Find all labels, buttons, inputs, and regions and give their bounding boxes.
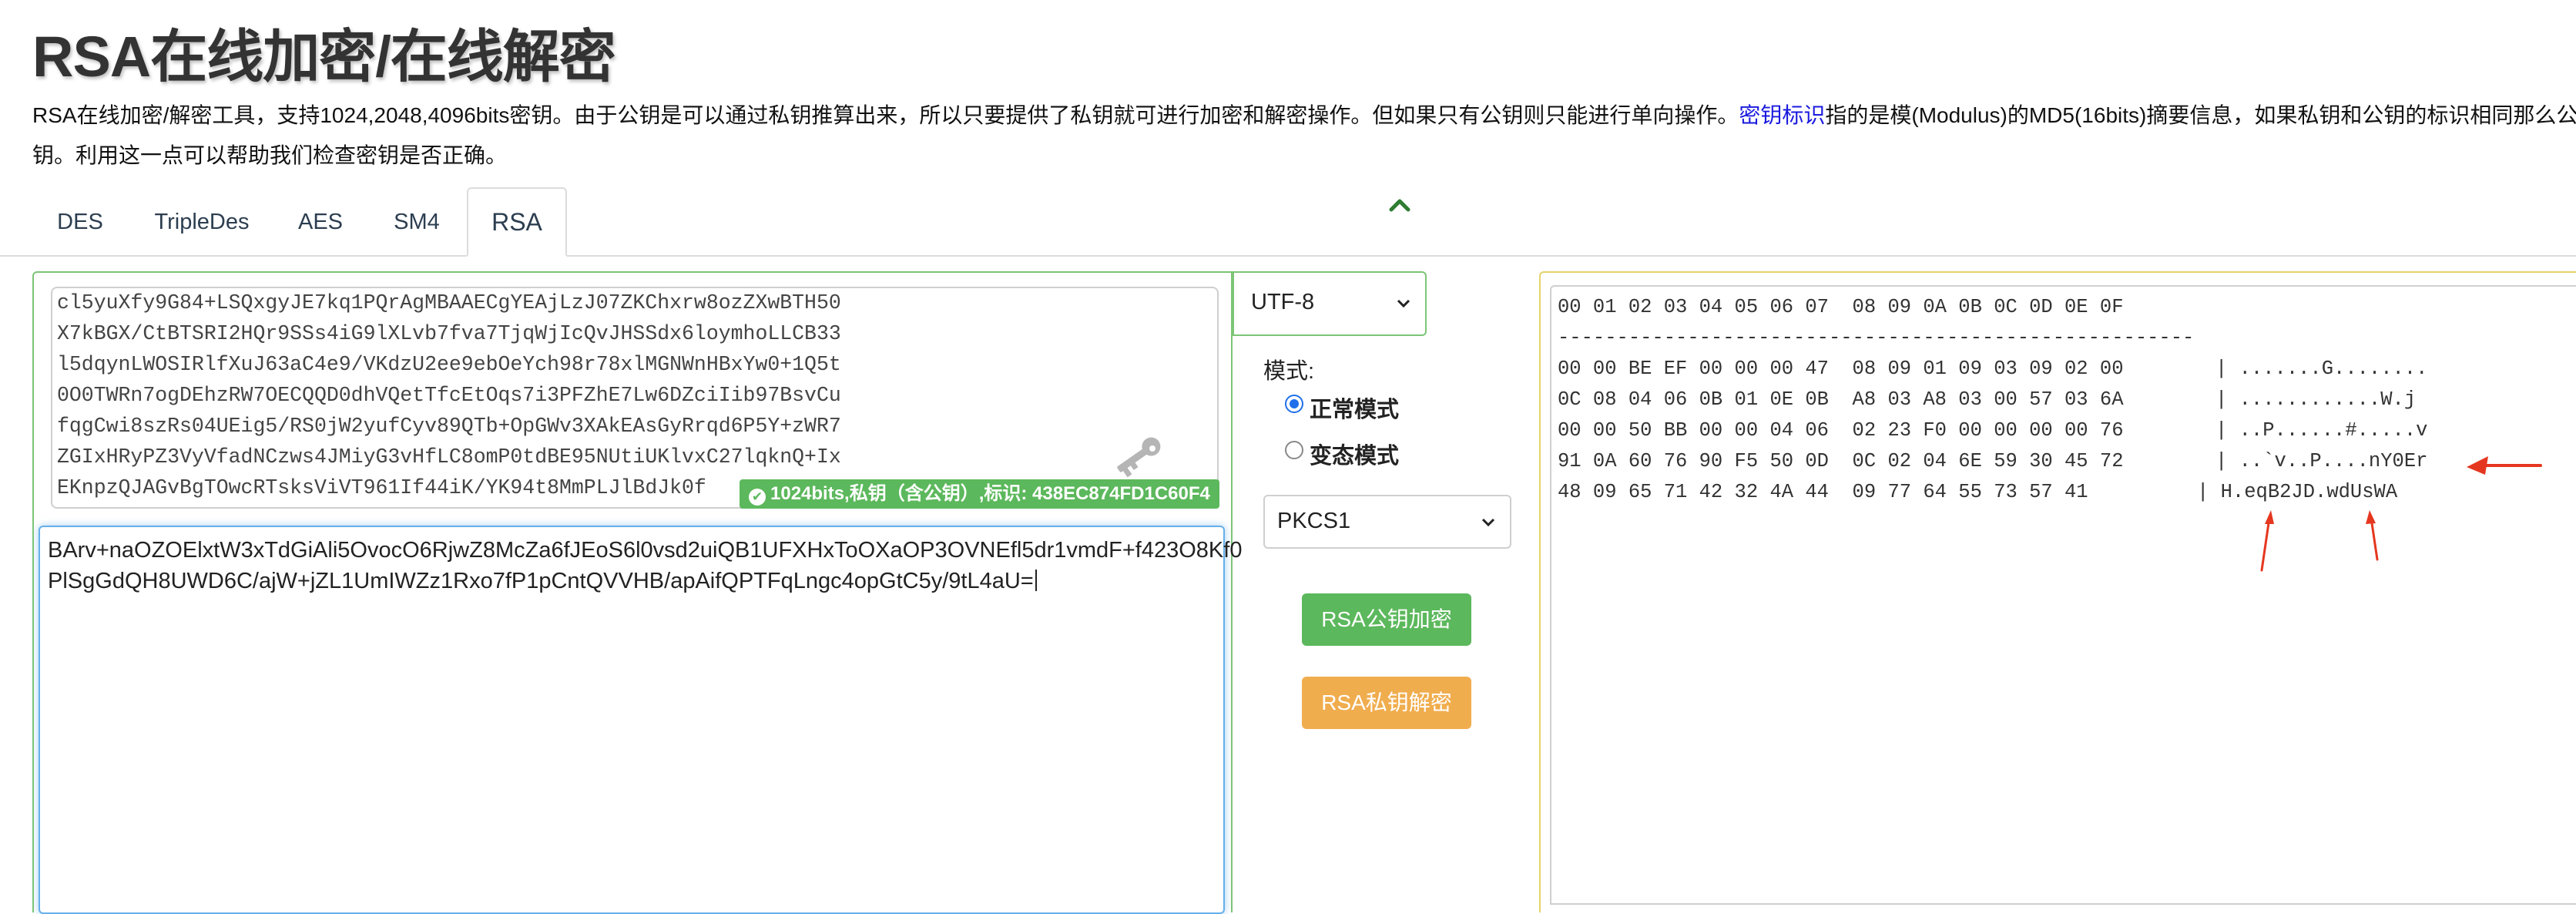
encoding-select-value: UTF-8 [1251,290,1315,314]
hex-output-area[interactable]: 00 01 02 03 04 05 06 07 08 09 0A 0B 0C 0… [1550,285,2576,905]
text-caret [1035,570,1037,591]
annotation-arrows [2260,456,2542,572]
radio-unchecked-icon[interactable] [1285,441,1303,459]
tab-rsa[interactable]: RSA [467,187,567,257]
hex-row: 91 0A 60 76 90 F5 50 0D 0C 02 04 6E 59 3… [1558,450,2124,472]
ciphertext-line: BArv+naOZOElxtW3xTdGiAli5OvocO6RjwZ8McZa… [48,538,1243,563]
key-line: EKnpzQJAGvBgTOwcRTsksViVT961If44iK/YK94t… [57,476,706,499]
key-line: X7kBGX/CtBTSRI2HQr9SSs4iG9lXLvb7fva7TjqW… [57,322,841,345]
tab-sm4[interactable]: SM4 [377,189,456,255]
tab-aes[interactable]: AES [279,189,362,255]
hex-row: 0C 08 04 06 0B 01 0E 0B A8 03 A8 03 00 5… [1558,388,2124,411]
padding-select[interactable]: PKCS1 [1263,495,1511,549]
tab-des[interactable]: DES [32,189,128,255]
description-text-continued: 指的是模(Modulus)的MD5(16bits)摘要信息，如果私钥和公钥的标识… [1825,103,2576,127]
chevron-down-icon [1481,518,1495,527]
mode-normal-label: 正常模式 [1310,398,1400,422]
padding-select-value: PKCS1 [1277,509,1351,533]
key-info-badge: ✔ 1024bits,私钥（含公钥）,标识: 438EC874FD1C60F4 [740,479,1219,509]
description-line-1: RSA在线加密/解密工具，支持1024,2048,4096bits密钥。由于公钥… [32,99,2576,129]
key-line: 0O0TWRn7ogDEhzRW7OECQQD0dhVQetTfcEtOqs7i… [57,384,841,407]
arrow-left-icon [2467,456,2542,475]
ciphertext-line-last: PlSgGdQH8UWD6C/ajW+jZL1UmIWZz1Rxo7fP1pCn… [48,569,1037,594]
mode-label: 模式: [1263,359,1315,384]
hex-row: 00 00 BE EF 00 00 00 47 08 09 01 09 03 0… [1558,358,2124,380]
description-text: RSA在线加密/解密工具，支持1024,2048,4096bits密钥。由于公钥… [32,103,1739,127]
hex-row: 48 09 65 71 42 32 4A 44 09 77 64 55 73 5… [1558,481,2088,503]
key-line: l5dqynLWOSIRlfXuJ63aC4e9/VKdzU2ee9ebOeYc… [57,353,841,376]
rsa-private-decrypt-button[interactable]: RSA私钥解密 [1302,677,1471,729]
hex-header: 00 01 02 03 04 05 06 07 08 09 0A 0B 0C 0… [1558,296,2124,318]
key-textarea[interactable]: cl5yuXfy9G84+LSQxgyJE7kq1PQrAgMBAAECgYEA… [51,287,1219,509]
hex-row-ascii: | ..P......#.....v [2215,419,2428,442]
hex-separator: ----------------------------------------… [1558,327,2195,349]
arrow-up-icon [2260,510,2274,572]
rsa-public-encrypt-button[interactable]: RSA公钥加密 [1302,593,1471,646]
key-line: fqgCwi8szRs04UEig5/RS0jW2yufCyv89QTb+OpG… [57,415,841,438]
key-icon [1117,437,1161,478]
key-info-text: 1024bits,私钥（含公钥）,标识: 438EC874FD1C60F4 [770,483,1210,504]
hex-row-ascii: | .......G........ [2215,358,2428,380]
key-id-link[interactable]: 密钥标识 [1739,103,1825,127]
tab-bar: DES TripleDes AES SM4 RSA [0,187,2576,257]
ciphertext-textarea[interactable]: BArv+naOZOElxtW3xTdGiAli5OvocO6RjwZ8McZa… [39,526,1242,914]
page-title: RSA在线加密/在线解密 [32,25,616,89]
key-line: cl5yuXfy9G84+LSQxgyJE7kq1PQrAgMBAAECgYEA… [57,291,841,314]
check-circle-icon: ✔ [749,489,766,506]
chevron-up-icon[interactable] [1388,194,1411,217]
ciphertext-line-text: PlSgGdQH8UWD6C/ajW+jZL1UmIWZz1Rxo7fP1pCn… [48,569,1034,593]
arrow-up-icon [2366,510,2379,561]
chevron-down-icon [1397,299,1410,308]
mode-alt-label: 变态模式 [1310,444,1400,469]
description-line-2: 钥。利用这一点可以帮助我们检查密钥是否正确。 [32,143,508,167]
encoding-select[interactable]: UTF-8 [1233,271,1427,336]
hex-row-ascii: | ............W.j [2215,388,2417,411]
radio-checked-icon[interactable] [1285,395,1303,413]
key-line: ZGIxHRyPZ3VyVfadNCzws4JMiyG3vHfLC8omP0td… [57,445,841,469]
tab-tripledes[interactable]: TripleDes [137,189,267,255]
hex-row: 00 00 50 BB 00 00 04 06 02 23 F0 00 00 0… [1558,419,2124,442]
